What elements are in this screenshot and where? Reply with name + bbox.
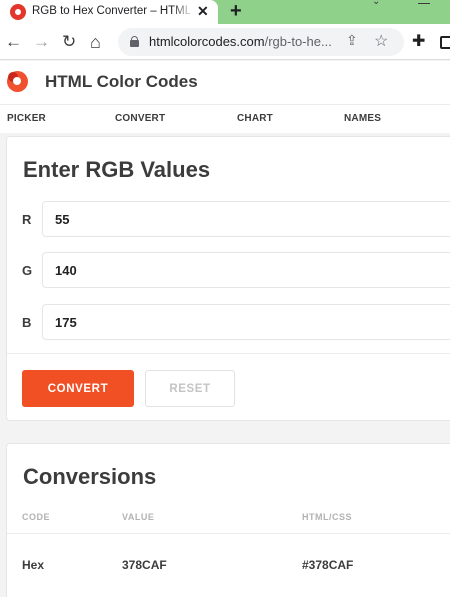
- logo-icon[interactable]: [7, 71, 28, 92]
- site-header: HTML Color Codes: [0, 61, 450, 104]
- rgb-input-card: Enter RGB Values R G B CONVERT RESET: [6, 136, 450, 421]
- row-css[interactable]: #378CAF: [302, 558, 353, 572]
- r-input[interactable]: [42, 201, 450, 237]
- nav-names[interactable]: NAMES: [344, 113, 381, 124]
- tab-title-fade: [172, 0, 194, 24]
- convert-button[interactable]: CONVERT: [22, 370, 134, 407]
- site-nav: PICKER CONVERT CHART NAMES: [0, 104, 450, 133]
- home-icon[interactable]: ⌂: [90, 30, 101, 54]
- row-code: Hex: [22, 558, 45, 572]
- reload-icon[interactable]: ↻: [62, 30, 76, 54]
- share-icon[interactable]: ⇪: [346, 32, 358, 49]
- tab-search-icon[interactable]: ⌄: [372, 0, 380, 7]
- lock-icon[interactable]: [130, 36, 139, 47]
- forward-icon[interactable]: →: [33, 30, 50, 54]
- minimize-icon[interactable]: [418, 0, 430, 4]
- rgb-heading: Enter RGB Values: [23, 157, 211, 182]
- b-input[interactable]: [42, 304, 450, 340]
- star-icon[interactable]: ☆: [374, 31, 388, 51]
- conversions-heading: Conversions: [23, 464, 157, 489]
- column-header-css: HTML/CSS: [302, 512, 352, 522]
- url-domain: htmlcolorcodes.com: [149, 34, 265, 49]
- nav-picker[interactable]: PICKER: [7, 113, 46, 124]
- reset-button[interactable]: RESET: [145, 370, 235, 407]
- browser-toolbar: ← → ↻ ⌂ htmlcolorcodes.com/rgb-to-he... …: [0, 24, 450, 60]
- r-label: R: [22, 212, 32, 227]
- conversions-card: Conversions CODE VALUE HTML/CSS Hex 378C…: [6, 443, 450, 597]
- tab-close-icon[interactable]: ✕: [197, 3, 209, 20]
- browser-tab[interactable]: RGB to Hex Converter – HTML Color Codes …: [0, 0, 218, 24]
- card-divider: [7, 353, 450, 354]
- url-text[interactable]: htmlcolorcodes.com/rgb-to-he...: [149, 34, 332, 49]
- browser-tab-strip: RGB to Hex Converter – HTML Color Codes …: [0, 0, 450, 24]
- tab-title: RGB to Hex Converter – HTML Color Codes: [32, 5, 192, 17]
- site-title[interactable]: HTML Color Codes: [45, 72, 198, 92]
- back-icon[interactable]: ←: [5, 30, 22, 54]
- g-label: G: [22, 263, 33, 278]
- nav-chart[interactable]: CHART: [237, 113, 273, 124]
- table-header-divider: [7, 533, 450, 534]
- url-path: /rgb-to-he...: [264, 34, 332, 49]
- side-panel-icon[interactable]: [440, 36, 450, 49]
- new-tab-icon[interactable]: +: [230, 0, 242, 23]
- site-favicon-icon: [10, 4, 26, 20]
- column-header-code: CODE: [22, 512, 51, 522]
- address-bar[interactable]: htmlcolorcodes.com/rgb-to-he... ⇪ ☆: [118, 28, 404, 56]
- g-input[interactable]: [42, 252, 450, 288]
- row-value[interactable]: 378CAF: [122, 558, 167, 572]
- column-header-value: VALUE: [122, 512, 155, 522]
- nav-convert[interactable]: CONVERT: [115, 113, 165, 124]
- extensions-icon[interactable]: ✚: [412, 32, 425, 52]
- b-label: B: [22, 315, 32, 330]
